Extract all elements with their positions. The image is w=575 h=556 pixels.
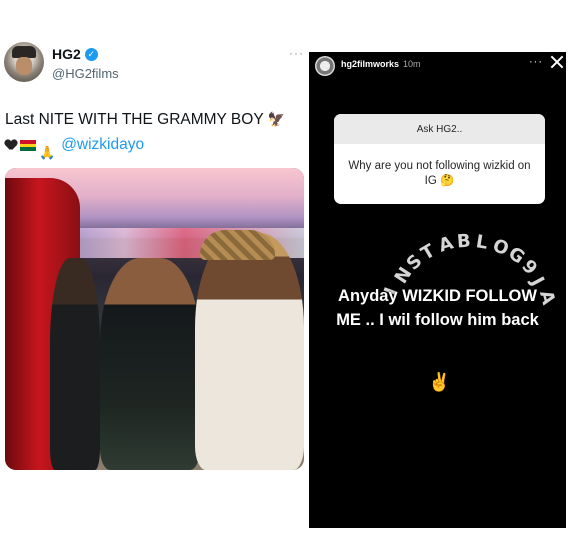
- instagram-story: hg2filmworks 10m ··· Ask HG2.. Why are yo…: [309, 52, 566, 528]
- story-caption-line-1: Anyday WIZKID FOLLOW: [338, 287, 537, 305]
- tweet-text: Last NITE WITH THE GRAMMY BOY 🦅 🙏 @wizki…: [5, 107, 305, 165]
- peace-hand-icon: ✌: [428, 372, 451, 392]
- story-timestamp: 10m: [403, 59, 421, 69]
- bird-emoji-icon: 🦅: [267, 111, 286, 127]
- watermark-letter: L: [474, 231, 489, 254]
- story-header: hg2filmworks 10m: [341, 59, 421, 69]
- story-avatar[interactable]: [315, 56, 335, 76]
- watermark-letter: B: [456, 230, 472, 253]
- emoji-group: 🙏: [5, 140, 55, 165]
- more-options-icon[interactable]: ···: [289, 46, 304, 60]
- photo-person-center: [100, 258, 200, 470]
- close-icon[interactable]: [549, 54, 565, 70]
- flag-stripe-green: [20, 147, 36, 152]
- tweet-text-line-2: 🙏 @wizkidayo: [5, 132, 305, 165]
- photo-cap: [200, 230, 275, 260]
- photo-person-left: [50, 258, 100, 470]
- avatar-face: [16, 57, 32, 75]
- tweet-photo[interactable]: [5, 168, 304, 470]
- mention-link[interactable]: @wizkidayo: [61, 136, 144, 153]
- pray-hands-icon: 🙏: [39, 145, 56, 160]
- photo-person-right: [195, 233, 304, 470]
- story-caption: Anyday WIZKID FOLLOW ME .. I wil follow …: [309, 284, 566, 332]
- ghana-flag-icon: [20, 140, 36, 152]
- watermark-letter: A: [436, 232, 456, 258]
- story-username[interactable]: hg2filmworks: [341, 59, 399, 69]
- verified-badge-icon: ✓: [84, 47, 98, 61]
- black-heart-icon: [5, 140, 17, 151]
- story-caption-line-2: ME .. I wil follow him back: [336, 311, 539, 329]
- story-more-icon[interactable]: ···: [529, 56, 543, 68]
- user-handle[interactable]: @HG2films: [52, 66, 119, 81]
- author-name-row[interactable]: HG2 ✓: [52, 46, 98, 62]
- question-sticker: Ask HG2.. Why are you not following wizk…: [334, 114, 545, 204]
- question-text: Why are you not following wizkid on IG 🤔: [348, 160, 531, 187]
- tweet-text-line-1: Last NITE WITH THE GRAMMY BOY 🦅: [5, 107, 305, 132]
- tweet-text-main: Last NITE WITH THE GRAMMY BOY: [5, 111, 264, 128]
- profile-avatar[interactable]: [4, 42, 44, 82]
- tweet-card: HG2 ✓ @HG2films ··· Last NITE WITH THE G…: [0, 0, 305, 556]
- display-name[interactable]: HG2: [52, 46, 81, 62]
- question-header: Ask HG2..: [334, 114, 545, 144]
